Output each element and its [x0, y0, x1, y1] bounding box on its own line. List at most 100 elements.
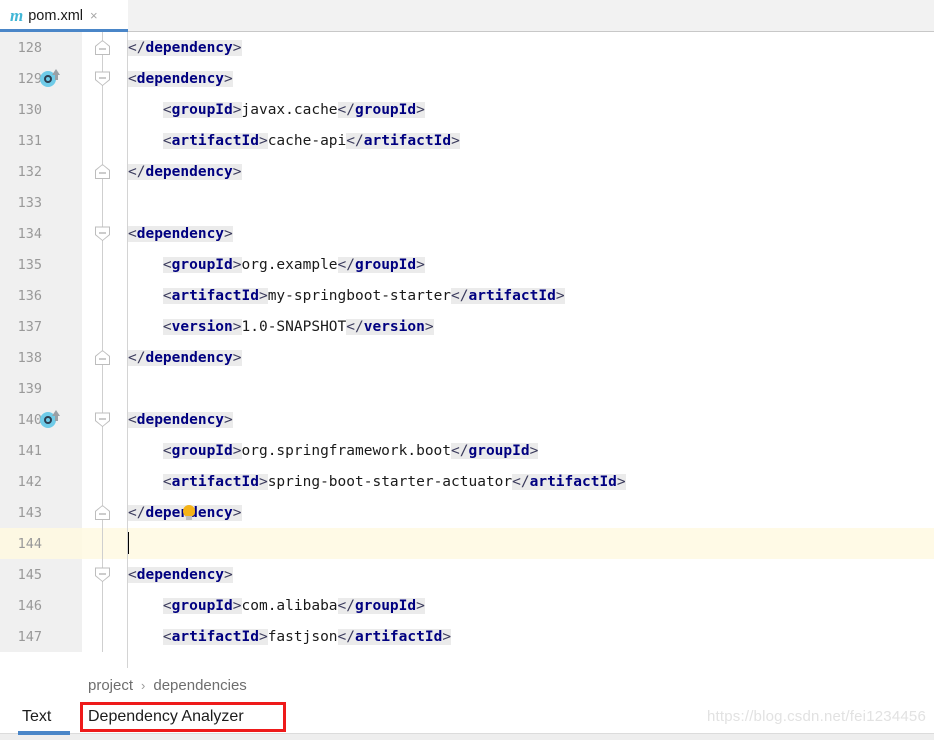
gutter[interactable]: 146 [0, 590, 82, 621]
fold-column[interactable] [82, 32, 127, 63]
gutter[interactable]: 134 [0, 218, 82, 249]
fold-column[interactable] [82, 156, 127, 187]
code-text[interactable] [127, 528, 934, 559]
fold-column[interactable] [82, 435, 127, 466]
gutter[interactable]: 138 [0, 342, 82, 373]
gutter[interactable]: 137 [0, 311, 82, 342]
code-text[interactable]: < groupId > org.example </groupId > [127, 249, 934, 280]
code-line[interactable]: 147 < artifactId > fastjson </artifactId > [0, 621, 934, 652]
breadcrumb-item-project[interactable]: project [88, 677, 133, 694]
code-line[interactable]: 129 < dependency > [0, 63, 934, 94]
fold-column[interactable] [82, 218, 127, 249]
gutter[interactable]: 145 [0, 559, 82, 590]
code-text[interactable]: < dependency > [127, 559, 934, 590]
gutter[interactable]: 136 [0, 280, 82, 311]
fold-column[interactable] [82, 559, 127, 590]
code-line[interactable]: 138 </dependency > [0, 342, 934, 373]
fold-column[interactable] [82, 466, 127, 497]
fold-column[interactable] [82, 94, 127, 125]
code-editor[interactable]: 128 </dependency >129 < dependency >130 < grou… [0, 32, 934, 668]
code-line[interactable]: 143 </dependency> [0, 497, 934, 528]
fold-column[interactable] [82, 63, 127, 94]
code-line[interactable]: 140 < dependency > [0, 404, 934, 435]
fold-collapse-start-icon[interactable] [95, 412, 110, 427]
gutter[interactable]: 139 [0, 373, 82, 404]
gutter[interactable]: 131 [0, 125, 82, 156]
code-text[interactable]: < dependency > [127, 404, 934, 435]
fold-column[interactable] [82, 373, 127, 404]
fold-column[interactable] [82, 280, 127, 311]
tab-text[interactable]: Text [22, 703, 51, 731]
code-line[interactable]: 134 < dependency > [0, 218, 934, 249]
code-text[interactable]: < dependency > [127, 63, 934, 94]
code-line[interactable]: 139 [0, 373, 934, 404]
code-line[interactable]: 146 < groupId > com.alibaba </groupId > [0, 590, 934, 621]
breadcrumb-item-dependencies[interactable]: dependencies [153, 677, 246, 694]
fold-column[interactable] [82, 311, 127, 342]
gutter[interactable]: 142 [0, 466, 82, 497]
fold-collapse-end-icon[interactable] [95, 505, 110, 520]
maven-dependency-icon[interactable] [40, 409, 60, 430]
code-text[interactable]: </dependency> [127, 342, 934, 373]
editor-tab-pom-xml[interactable]: m pom.xml × [0, 0, 128, 32]
code-line[interactable]: 131 < artifactId > cache-api </artifactId > [0, 125, 934, 156]
code-line[interactable]: 130 < groupId > javax.cache </groupId > [0, 94, 934, 125]
gutter[interactable]: 128 [0, 32, 82, 63]
fold-column[interactable] [82, 621, 127, 652]
fold-collapse-start-icon[interactable] [95, 71, 110, 86]
code-text[interactable]: </dependency> [127, 497, 934, 528]
gutter[interactable]: 129 [0, 63, 82, 94]
tab-dependency-analyzer[interactable]: Dependency Analyzer [88, 703, 244, 731]
code-text[interactable]: < groupId > org.springframework.boot </group… [127, 435, 934, 466]
fold-collapse-end-icon[interactable] [95, 164, 110, 179]
code-text[interactable]: < groupId > javax.cache </groupId > [127, 94, 934, 125]
code-text[interactable]: </dependency> [127, 32, 934, 63]
fold-collapse-start-icon[interactable] [95, 226, 110, 241]
fold-column[interactable] [82, 404, 127, 435]
gutter[interactable]: 147 [0, 621, 82, 652]
xml-bracket: </ [451, 442, 469, 459]
code-text[interactable]: < artifactId > fastjson </artifactId > [127, 621, 934, 652]
code-text[interactable]: < dependency > [127, 218, 934, 249]
code-text[interactable] [127, 373, 934, 404]
code-line[interactable]: 141 < groupId > org.springframework.boot </g… [0, 435, 934, 466]
maven-dependency-icon[interactable] [40, 68, 60, 89]
code-line[interactable]: 135 < groupId > org.example </groupId > [0, 249, 934, 280]
gutter[interactable]: 130 [0, 94, 82, 125]
xml-tag-name: artifactId [171, 628, 259, 645]
fold-column[interactable] [82, 528, 127, 559]
code-text[interactable] [127, 187, 934, 218]
code-text[interactable]: < version >1.0-SNAPSHOT </version > [127, 311, 934, 342]
code-text[interactable]: < groupId > com.alibaba </groupId > [127, 590, 934, 621]
gutter[interactable]: 141 [0, 435, 82, 466]
gutter[interactable]: 143 [0, 497, 82, 528]
fold-collapse-end-icon[interactable] [95, 40, 110, 55]
code-line[interactable]: 137 < version >1.0-SNAPSHOT </version > [0, 311, 934, 342]
fold-column[interactable] [82, 497, 195, 528]
fold-collapse-start-icon[interactable] [95, 567, 110, 582]
code-text[interactable]: < artifactId > spring-boot-starter-actuator… [127, 466, 934, 497]
close-icon[interactable]: × [90, 9, 98, 22]
code-line[interactable]: 133 [0, 187, 934, 218]
code-line[interactable]: 136 < artifactId > my-springboot-starter </a… [0, 280, 934, 311]
code-text[interactable]: < artifactId > my-springboot-starter </artif… [127, 280, 934, 311]
fold-column[interactable] [82, 342, 127, 373]
fold-column[interactable] [82, 187, 127, 218]
fold-column[interactable] [82, 249, 127, 280]
fold-column[interactable] [82, 125, 127, 156]
gutter[interactable]: 144 [0, 528, 82, 559]
code-text[interactable]: </dependency> [127, 156, 934, 187]
gutter[interactable]: 140 [0, 404, 82, 435]
code-line[interactable]: 145 < dependency > [0, 559, 934, 590]
code-line[interactable]: 132 </dependency > [0, 156, 934, 187]
gutter[interactable]: 132 [0, 156, 82, 187]
code-line[interactable]: 144 [0, 528, 934, 559]
code-text[interactable]: < artifactId > cache-api </artifactId > [127, 125, 934, 156]
fold-collapse-end-icon[interactable] [95, 350, 110, 365]
gutter[interactable]: 135 [0, 249, 82, 280]
lightbulb-intention-icon[interactable] [182, 504, 196, 521]
code-line[interactable]: 142 < artifactId > spring-boot-starter-actu… [0, 466, 934, 497]
code-line[interactable]: 128 </dependency > [0, 32, 934, 63]
fold-column[interactable] [82, 590, 127, 621]
gutter[interactable]: 133 [0, 187, 82, 218]
